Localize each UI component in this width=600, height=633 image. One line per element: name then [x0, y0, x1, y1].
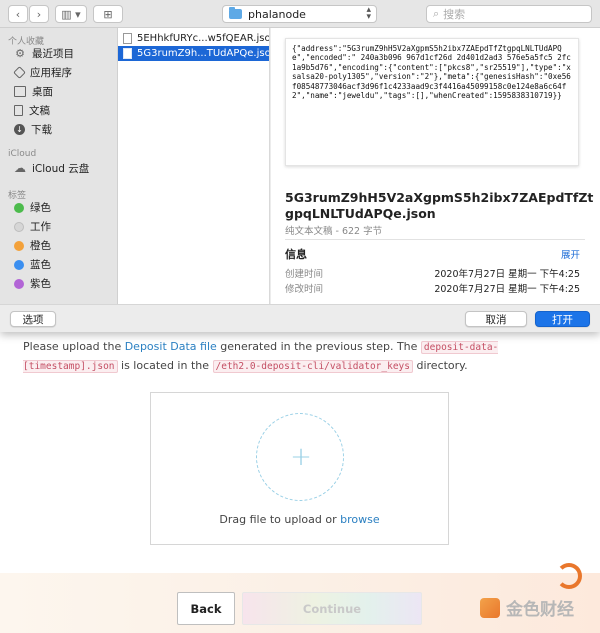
sidebar-item-label: 桌面: [32, 86, 53, 98]
tag-color-dot-icon: [14, 221, 24, 232]
sidebar-item-downloads[interactable]: ↓ 下载: [0, 120, 117, 139]
new-folder-button[interactable]: ⊞: [93, 5, 123, 23]
dialog-sidebar: 个人收藏 ⚙ 最近项目 应用程序 桌面 文稿 ↓ 下载 iCloud ☁ iCloud…: [0, 28, 118, 304]
deposit-data-file-link[interactable]: Deposit Data file: [125, 340, 217, 353]
continue-button[interactable]: Continue: [242, 592, 422, 625]
divider: [285, 239, 585, 240]
file-preview-pane: {"address":"5G3rumZ9hH5V2aXgpmS5h2ibx7ZA…: [271, 28, 600, 304]
preview-file-kind: 纯文本文稿 - 622 字节: [285, 226, 383, 237]
tag-color-dot-icon: [14, 202, 24, 213]
sidebar-item-applications[interactable]: 应用程序: [0, 63, 117, 82]
sidebar-heading-icloud: iCloud: [8, 149, 37, 159]
location-popup[interactable]: phalanode ▴ ▾: [222, 5, 377, 23]
updown-arrows-icon: ▴ ▾: [366, 5, 371, 22]
info-heading: 信息: [285, 248, 307, 261]
sidebar-item-icloud-drive[interactable]: ☁ iCloud 云盘: [0, 159, 117, 178]
file-list: 5EHhkfURYc...w5fQEAR.json 5G3rumZ9h...TU…: [118, 28, 270, 304]
columns-view-icon: ▥ ▾: [61, 7, 81, 21]
upload-instructions: Please upload the Deposit Data file gene…: [23, 338, 583, 376]
watermark-logo-icon: [480, 597, 500, 618]
location-label: phalanode: [248, 7, 306, 21]
sidebar-item-label: 文稿: [29, 105, 50, 117]
created-value: 2020年7月27日 星期一 下午4:25: [434, 269, 580, 280]
tag-color-dot-icon: [14, 259, 24, 270]
open-file-dialog: ‹ › ▥ ▾ ⊞ phalanode ▴▾ ⌕ 个人收藏 ⚙ 最近项目 应用程序…: [0, 0, 600, 332]
preview-file-name: 5G3rumZ9hH5V2aXgpmS5h2ibx7ZAEpdTfZtgpqLN…: [285, 190, 594, 221]
dialog-button-bar: 选项 取消 打开: [0, 304, 600, 332]
documents-icon: [14, 105, 23, 116]
cloud-icon: ☁: [14, 161, 26, 175]
sidebar-heading-tags: 标签: [8, 191, 27, 201]
file-row[interactable]: 5EHhkfURYc...w5fQEAR.json: [118, 31, 269, 46]
forward-nav-button[interactable]: ›: [29, 5, 49, 23]
sidebar-item-label: 蓝色: [30, 259, 51, 271]
instruction-text: is located in the: [117, 359, 213, 372]
open-button[interactable]: 打开: [535, 311, 590, 327]
sidebar-item-label: 橙色: [30, 240, 51, 252]
dropzone-caption: Drag file to upload or browse: [151, 513, 448, 526]
options-button[interactable]: 选项: [10, 311, 56, 327]
sidebar-item-tag-blue[interactable]: 蓝色: [0, 255, 117, 274]
file-content-preview: {"address":"5G3rumZ9hH5V2aXgpmS5h2ibx7ZA…: [285, 38, 579, 166]
file-dropzone[interactable]: + Drag file to upload or browse: [150, 392, 449, 545]
sidebar-item-label: 绿色: [30, 202, 51, 214]
sidebar-item-tag-purple[interactable]: 紫色: [0, 274, 117, 293]
sidebar-item-label: 工作: [30, 221, 51, 233]
view-mode-button[interactable]: ▥ ▾: [55, 5, 87, 23]
instruction-text: Please upload the: [23, 340, 125, 353]
dropzone-text: Drag file to upload or: [219, 513, 341, 526]
show-more-link[interactable]: 展开: [561, 247, 580, 261]
tag-color-dot-icon: [14, 240, 24, 251]
plus-icon: +: [290, 442, 312, 472]
sidebar-item-tag-work[interactable]: 工作: [0, 217, 117, 236]
file-row-selected[interactable]: 5G3rumZ9h...TUdAPQe.json: [118, 46, 269, 61]
cancel-button[interactable]: 取消: [465, 311, 527, 327]
json-file-icon: [123, 48, 132, 59]
watermark-ring-icon: [556, 563, 582, 589]
back-button[interactable]: Back: [177, 592, 235, 625]
sidebar-item-label: 紫色: [30, 278, 51, 290]
chevron-right-icon: ›: [36, 7, 42, 21]
desktop-icon: [14, 86, 26, 97]
dialog-toolbar: ‹ › ▥ ▾ ⊞ phalanode ▴ ▾ ⌕: [0, 0, 600, 28]
watermark: 金色财经: [480, 595, 574, 620]
applications-icon: [13, 66, 26, 79]
new-folder-icon: ⊞: [103, 7, 113, 21]
chevron-left-icon: ‹: [15, 7, 21, 21]
instruction-text: generated in the previous step. The: [216, 340, 421, 353]
tag-color-dot-icon: [14, 278, 24, 289]
created-label: 创建时间: [285, 269, 324, 280]
file-name: 5G3rumZ9h...TUdAPQe.json: [137, 48, 270, 59]
instruction-text: directory.: [412, 359, 468, 372]
search-icon: ⌕: [433, 7, 440, 20]
folder-icon: [229, 7, 242, 19]
modified-value: 2020年7月27日 星期一 下午4:25: [434, 284, 580, 295]
json-file-icon: [123, 33, 132, 44]
downloads-icon: ↓: [14, 124, 25, 135]
browse-link[interactable]: browse: [340, 513, 380, 526]
back-nav-button[interactable]: ‹: [8, 5, 28, 23]
recents-icon: ⚙: [15, 47, 25, 60]
sidebar-item-label: 应用程序: [30, 67, 72, 79]
search-input[interactable]: [443, 7, 574, 21]
search-box[interactable]: ⌕: [426, 5, 592, 23]
sidebar-item-desktop[interactable]: 桌面: [0, 82, 117, 101]
sidebar-heading-favorites: 个人收藏: [8, 37, 45, 47]
file-name: 5EHhkfURYc...w5fQEAR.json: [137, 33, 270, 44]
sidebar-item-label: 下载: [31, 124, 52, 136]
validator-keys-path-code: /eth2.0-deposit-cli/validator_keys: [212, 360, 413, 373]
upload-circle[interactable]: +: [256, 413, 344, 501]
sidebar-item-recents[interactable]: ⚙ 最近项目: [0, 44, 117, 63]
page-footer: Back Continue 金色财经: [0, 563, 600, 633]
watermark-text: 金色财经: [506, 600, 574, 620]
sidebar-item-label: 最近项目: [32, 48, 74, 60]
sidebar-item-tag-orange[interactable]: 橙色: [0, 236, 117, 255]
sidebar-item-label: iCloud 云盘: [32, 163, 90, 175]
sidebar-item-documents[interactable]: 文稿: [0, 101, 117, 120]
modified-label: 修改时间: [285, 284, 324, 295]
